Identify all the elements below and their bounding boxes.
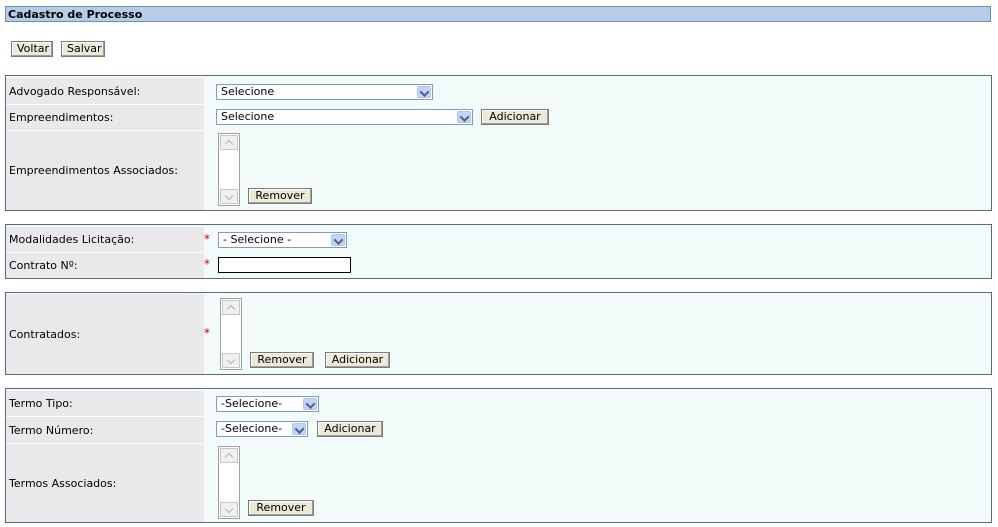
associated-enterprises-label: Empreendimentos Associados: — [6, 131, 204, 210]
lawyer-select-value: Selecione — [221, 85, 275, 98]
add-hired-button[interactable]: Adicionar — [325, 352, 390, 368]
term-number-label: Termo Número: — [6, 417, 204, 443]
remove-hired-button[interactable]: Remover — [250, 352, 314, 368]
remove-term-button[interactable]: Remover — [248, 500, 314, 516]
scroll-up-icon[interactable] — [222, 300, 240, 315]
term-number-select-value: -Selecione- — [221, 422, 283, 435]
scroll-up-icon[interactable] — [220, 448, 238, 463]
enterprises-select[interactable]: Selecione — [216, 109, 473, 125]
hired-label: Contratados: — [6, 294, 204, 374]
term-type-select[interactable]: -Selecione- — [216, 396, 319, 412]
modality-label: Modalidades Licitação: — [6, 227, 204, 252]
chevron-down-icon — [331, 234, 345, 246]
scroll-up-icon[interactable] — [220, 135, 238, 150]
page-title: Cadastro de Processo — [5, 6, 991, 22]
hired-list[interactable] — [220, 298, 242, 370]
scroll-down-icon[interactable] — [222, 353, 240, 368]
lawyer-enterprise-panel: Advogado Responsável: Selecione Empreend… — [5, 75, 992, 211]
scroll-down-icon[interactable] — [220, 502, 238, 517]
term-type-label: Termo Tipo: — [6, 391, 204, 416]
lawyer-label: Advogado Responsável: — [6, 78, 204, 104]
hired-panel: Contratados: * Remover Adicionar — [5, 292, 992, 375]
modality-select-value: - Selecione - — [223, 233, 292, 246]
enterprises-label: Empreendimentos: — [6, 105, 204, 130]
associated-terms-list[interactable] — [218, 446, 240, 519]
chevron-down-icon — [417, 86, 431, 98]
modality-select[interactable]: - Selecione - — [218, 232, 347, 248]
associated-enterprises-list[interactable] — [218, 133, 240, 206]
contract-number-input[interactable] — [218, 257, 351, 273]
term-panel: Termo Tipo: -Selecione- Termo Número: -S… — [5, 388, 992, 523]
remove-enterprise-button[interactable]: Remover — [248, 188, 312, 204]
back-button[interactable]: Voltar — [11, 41, 53, 57]
modality-contract-panel: Modalidades Licitação: * - Selecione - C… — [5, 224, 992, 279]
term-number-select[interactable]: -Selecione- — [216, 421, 308, 437]
required-mark: * — [204, 232, 210, 246]
chevron-down-icon — [457, 111, 471, 123]
lawyer-select[interactable]: Selecione — [216, 84, 433, 100]
add-enterprise-button[interactable]: Adicionar — [481, 109, 549, 125]
required-mark: * — [204, 257, 210, 271]
associated-terms-label: Termos Associados: — [6, 444, 204, 522]
save-button[interactable]: Salvar — [61, 41, 105, 57]
contract-number-label: Contrato Nº: — [6, 253, 204, 278]
term-type-select-value: -Selecione- — [221, 397, 283, 410]
scroll-down-icon[interactable] — [220, 189, 238, 204]
chevron-down-icon — [303, 398, 317, 410]
required-mark: * — [204, 326, 210, 340]
enterprises-select-value: Selecione — [221, 110, 275, 123]
chevron-down-icon — [292, 423, 306, 435]
add-term-button[interactable]: Adicionar — [317, 421, 383, 437]
